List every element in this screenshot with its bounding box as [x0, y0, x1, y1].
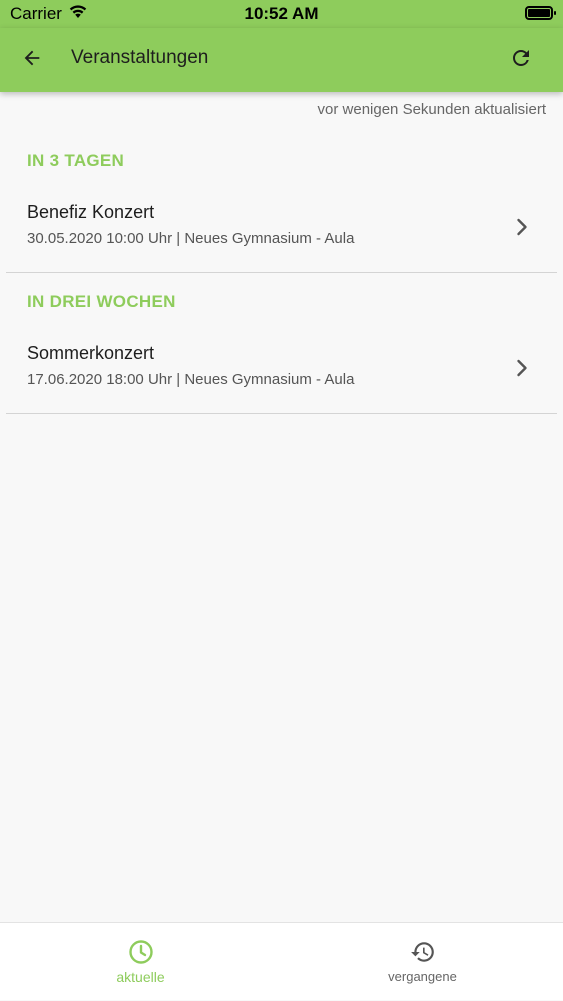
chevron-right-icon — [514, 358, 530, 378]
section-header: IN 3 TAGEN — [27, 151, 125, 170]
battery-icon — [525, 6, 556, 20]
event-title: Benefiz Konzert — [27, 202, 155, 222]
refresh-button[interactable] — [503, 42, 539, 78]
tab-label: vergangene — [388, 969, 457, 984]
status-time: 10:52 AM — [244, 4, 319, 23]
app-bar: Veranstaltungen — [0, 28, 563, 92]
refresh-icon — [509, 46, 533, 75]
section-header: IN DREI WOCHEN — [27, 292, 176, 311]
chevron-right-icon — [514, 217, 530, 237]
event-details: 30.05.2020 10:00 Uhr | Neues Gymnasium -… — [27, 230, 355, 247]
event-item[interactable]: Benefiz Konzert 30.05.2020 10:00 Uhr | N… — [0, 182, 563, 272]
back-button[interactable] — [14, 42, 50, 78]
clock-icon — [0, 939, 281, 965]
last-updated-label: vor wenigen Sekunden aktualisiert — [317, 101, 546, 118]
page-title: Veranstaltungen — [71, 47, 209, 68]
event-title: Sommerkonzert — [27, 343, 155, 363]
status-bar: Carrier 10:52 AM — [0, 0, 563, 28]
tab-vergangene[interactable]: vergangene — [282, 923, 563, 1001]
divider — [6, 272, 557, 273]
bottom-navigation: aktuelle vergangene — [0, 922, 563, 1000]
history-icon — [282, 939, 563, 965]
arrow-left-icon — [21, 47, 43, 74]
tab-aktuelle[interactable]: aktuelle — [0, 923, 281, 1001]
event-details: 17.06.2020 18:00 Uhr | Neues Gymnasium -… — [27, 371, 355, 388]
event-item[interactable]: Sommerkonzert 17.06.2020 18:00 Uhr | Neu… — [0, 323, 563, 413]
tab-label: aktuelle — [116, 969, 165, 985]
divider — [6, 413, 557, 414]
